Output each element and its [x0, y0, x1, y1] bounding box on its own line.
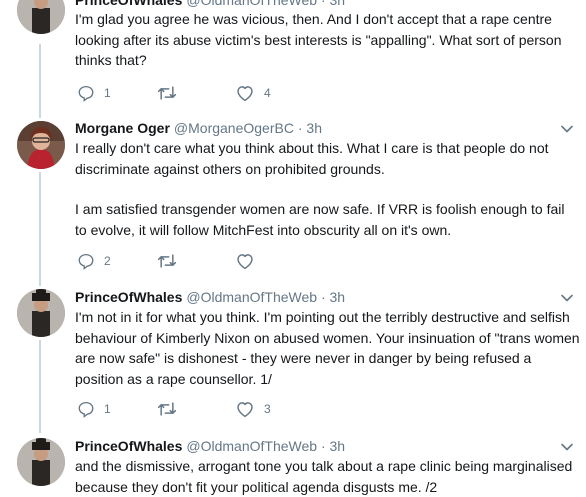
separator-dot: · — [320, 289, 326, 305]
separator-dot: · — [320, 0, 326, 8]
tweet-header: PrinceOfWhales @OldmanOfTheWeb · 3h — [75, 436, 345, 456]
tweet-text: I'm not in it for what you think. I'm po… — [75, 307, 580, 389]
tweet-paragraph: and the dismissive, arrogant tone you ta… — [75, 458, 573, 495]
tweet-paragraph: I'm not in it for what you think. I'm po… — [75, 309, 580, 387]
separator-dot: · — [320, 438, 326, 454]
reply-icon — [78, 401, 94, 418]
reply-button[interactable]: 1 — [77, 83, 111, 103]
tweet-paragraph: I really don't care what you think about… — [75, 140, 549, 177]
retweet-icon — [157, 254, 177, 268]
retweet-icon — [157, 86, 177, 100]
avatar-image — [17, 438, 65, 486]
chevron-down-icon[interactable] — [559, 290, 575, 306]
avatar[interactable] — [17, 121, 65, 169]
timestamp[interactable]: 3h — [330, 0, 346, 8]
like-count: 4 — [264, 86, 271, 100]
author-name[interactable]: Morgane Oger — [75, 120, 170, 136]
tweet-text: and the dismissive, arrogant tone you ta… — [75, 456, 580, 497]
tweet-header: Morgane Oger @MorganeOgerBC · 3h — [75, 118, 322, 138]
like-button[interactable]: 4 — [235, 83, 271, 103]
thread-line — [39, 44, 41, 118]
chevron-down-icon[interactable] — [559, 439, 575, 455]
avatar[interactable] — [17, 438, 65, 486]
tweet-text: I really don't care what you think about… — [75, 138, 580, 240]
retweet-button[interactable] — [157, 399, 186, 419]
timestamp[interactable]: 3h — [330, 289, 346, 305]
reply-count: 1 — [104, 402, 111, 416]
reply-icon — [78, 85, 94, 102]
author-handle[interactable]: @OldmanOfTheWeb — [186, 0, 317, 8]
heart-icon — [237, 86, 253, 102]
avatar-image — [17, 0, 65, 34]
thread-line — [39, 172, 41, 286]
heart-icon — [237, 254, 253, 270]
retweet-button[interactable] — [157, 83, 186, 103]
author-handle[interactable]: @MorganeOgerBC — [174, 120, 294, 136]
separator-dot: · — [297, 120, 303, 136]
tweet-header: PrinceOfWhales @OldmanOfTheWeb · 3h — [75, 287, 345, 307]
author-name[interactable]: PrinceOfWhales — [75, 0, 182, 8]
timestamp[interactable]: 3h — [306, 120, 322, 136]
retweet-button[interactable] — [157, 251, 186, 271]
avatar-image — [17, 289, 65, 337]
avatar[interactable] — [17, 0, 65, 34]
avatar[interactable] — [17, 289, 65, 337]
reply-button[interactable]: 1 — [77, 399, 111, 419]
tweet-paragraph: I am satisfied transgender women are now… — [75, 201, 565, 238]
author-name[interactable]: PrinceOfWhales — [75, 289, 182, 305]
reply-count: 1 — [104, 86, 111, 100]
heart-icon — [237, 402, 253, 418]
tweet-text: I'm glad you agree he was vicious, then.… — [75, 9, 580, 71]
thread-line — [39, 340, 41, 433]
like-button[interactable] — [235, 251, 264, 271]
author-name[interactable]: PrinceOfWhales — [75, 438, 182, 454]
avatar-image — [17, 121, 65, 169]
retweet-icon — [157, 402, 177, 416]
tweet-paragraph: I'm glad you agree he was vicious, then.… — [75, 11, 562, 68]
author-handle[interactable]: @OldmanOfTheWeb — [186, 438, 317, 454]
chevron-down-icon[interactable] — [559, 121, 575, 137]
timestamp[interactable]: 3h — [330, 438, 346, 454]
like-button[interactable]: 3 — [235, 399, 271, 419]
author-handle[interactable]: @OldmanOfTheWeb — [186, 289, 317, 305]
reply-count: 2 — [104, 254, 111, 268]
like-count: 3 — [264, 402, 271, 416]
reply-icon — [78, 253, 94, 270]
reply-button[interactable]: 2 — [77, 251, 111, 271]
